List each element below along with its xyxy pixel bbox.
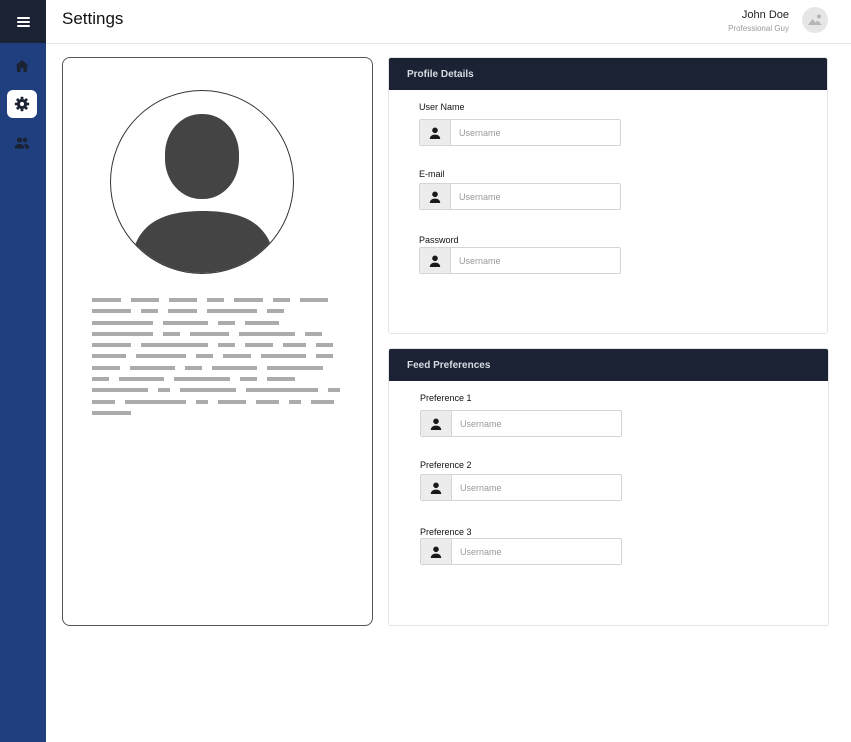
user-avatar[interactable] — [802, 7, 828, 33]
bio-placeholder-text — [92, 298, 342, 422]
email-input[interactable] — [451, 184, 620, 209]
user-icon — [421, 539, 452, 564]
preference-1-input[interactable] — [452, 411, 621, 436]
user-icon — [420, 120, 451, 145]
preference-3-field — [420, 538, 622, 565]
user-icon — [420, 248, 451, 273]
field-label: Preference 1 — [420, 393, 472, 403]
field-label: Preference 2 — [420, 460, 472, 470]
user-silhouette-icon — [133, 114, 273, 273]
profile-details-panel: Profile Details User Name E-mail Passwor… — [388, 57, 828, 334]
panel-title: Feed Preferences — [389, 349, 828, 381]
preference-3-input[interactable] — [452, 539, 621, 564]
users-icon — [14, 137, 30, 149]
sidebar — [0, 0, 46, 742]
password-input[interactable] — [451, 248, 620, 273]
sidebar-item-settings[interactable] — [7, 90, 37, 118]
field-label: User Name — [419, 102, 465, 112]
gear-icon — [14, 96, 30, 112]
password-field — [419, 247, 621, 274]
user-name[interactable]: John Doe — [742, 9, 789, 21]
user-icon — [421, 411, 452, 436]
hamburger-icon — [16, 16, 30, 27]
preference-2-field — [420, 474, 622, 501]
menu-toggle-button[interactable] — [0, 0, 46, 43]
profile-card — [62, 57, 373, 626]
field-label: Preference 3 — [420, 527, 472, 537]
user-icon — [421, 475, 452, 500]
preference-2-input[interactable] — [452, 475, 621, 500]
sidebar-item-users[interactable] — [7, 129, 37, 157]
user-icon — [420, 184, 451, 209]
email-field — [419, 183, 621, 210]
field-label: E-mail — [419, 169, 445, 179]
page-title: Settings — [62, 9, 124, 28]
sidebar-item-home[interactable] — [7, 52, 37, 80]
panel-title: Profile Details — [389, 58, 827, 90]
field-label: Password — [419, 235, 459, 245]
feed-preferences-panel: Feed Preferences Preference 1 Preference… — [388, 348, 829, 626]
profile-picture[interactable] — [110, 90, 294, 274]
username-field — [419, 119, 621, 146]
top-bar: Settings John Doe Professional Guy — [46, 0, 851, 44]
user-role: Professional Guy — [728, 24, 789, 33]
home-icon — [15, 60, 29, 72]
preference-1-field — [420, 410, 622, 437]
avatar-image-icon — [808, 14, 822, 25]
username-input[interactable] — [451, 120, 620, 145]
